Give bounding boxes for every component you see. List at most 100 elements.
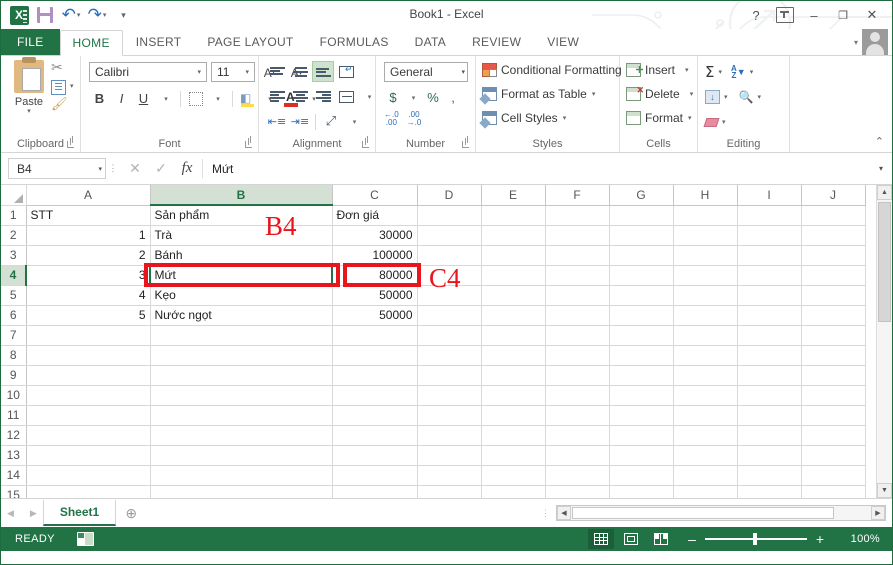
insert-cells-button[interactable]: Insert ▾: [626, 63, 689, 77]
cell-A7[interactable]: [26, 325, 150, 345]
copy-icon[interactable]: [51, 80, 66, 95]
cell-G8[interactable]: [609, 345, 673, 365]
cell-I11[interactable]: [737, 405, 801, 425]
cell-G3[interactable]: [609, 245, 673, 265]
cell-E13[interactable]: [481, 445, 545, 465]
cell-G14[interactable]: [609, 465, 673, 485]
cell-C7[interactable]: [332, 325, 417, 345]
formula-action-buttons[interactable]: ✕ ✓ fx: [120, 159, 202, 179]
chevron-down-icon[interactable]: ▾: [242, 68, 252, 76]
middle-align-icon[interactable]: [289, 61, 311, 82]
cell-A13[interactable]: [26, 445, 150, 465]
cell-H4[interactable]: [673, 265, 737, 285]
decrease-indent-icon[interactable]: ⇤≡: [266, 111, 288, 132]
cell-E10[interactable]: [481, 385, 545, 405]
cell-F6[interactable]: [545, 305, 609, 325]
cell-A15[interactable]: [26, 485, 150, 498]
italic-button[interactable]: I: [111, 88, 132, 109]
cell-H10[interactable]: [673, 385, 737, 405]
cell-J12[interactable]: [801, 425, 865, 445]
cell-J2[interactable]: [801, 225, 865, 245]
cell-I8[interactable]: [737, 345, 801, 365]
cell-B14[interactable]: [150, 465, 332, 485]
account-area[interactable]: ▾: [854, 29, 888, 55]
cell-I2[interactable]: [737, 225, 801, 245]
cell-D14[interactable]: [417, 465, 481, 485]
cell-F5[interactable]: [545, 285, 609, 305]
cell-G12[interactable]: [609, 425, 673, 445]
cancel-formula-icon[interactable]: ✕: [122, 159, 148, 179]
cell-E6[interactable]: [481, 305, 545, 325]
cell-A5[interactable]: 4: [26, 285, 150, 305]
cell-F9[interactable]: [545, 365, 609, 385]
row-header-12[interactable]: 12: [1, 425, 26, 445]
name-box[interactable]: B4 ▾: [8, 158, 106, 179]
tab-formulas[interactable]: FORMULAS: [307, 30, 402, 55]
cell-I1[interactable]: [737, 205, 801, 225]
cell-G4[interactable]: [609, 265, 673, 285]
cell-G15[interactable]: [609, 485, 673, 498]
zoom-in-button[interactable]: +: [814, 532, 826, 546]
cell-E12[interactable]: [481, 425, 545, 445]
delete-cells-button[interactable]: Delete ▾: [626, 87, 693, 101]
chevron-down-icon[interactable]: ▾: [404, 87, 422, 108]
cell-J1[interactable]: [801, 205, 865, 225]
cell-H2[interactable]: [673, 225, 737, 245]
cell-F4[interactable]: [545, 265, 609, 285]
font-size-input[interactable]: 11 ▾: [211, 62, 255, 82]
cell-H1[interactable]: [673, 205, 737, 225]
cell-E3[interactable]: [481, 245, 545, 265]
cell-B7[interactable]: [150, 325, 332, 345]
page-layout-view-button[interactable]: [618, 529, 644, 549]
merge-center-icon[interactable]: [335, 86, 357, 107]
comma-style-icon[interactable]: ,: [444, 87, 462, 108]
cell-J9[interactable]: [801, 365, 865, 385]
tab-view[interactable]: VIEW: [534, 30, 592, 55]
bottom-align-icon[interactable]: [312, 61, 334, 82]
undo-icon[interactable]: ↶▾: [59, 3, 83, 27]
column-header-H[interactable]: H: [673, 185, 737, 205]
column-header-F[interactable]: F: [545, 185, 609, 205]
cell-B3[interactable]: Bánh: [150, 245, 332, 265]
view-buttons[interactable]: – +: [588, 529, 826, 549]
cell-A12[interactable]: [26, 425, 150, 445]
cell-I6[interactable]: [737, 305, 801, 325]
column-header-G[interactable]: G: [609, 185, 673, 205]
chevron-down-icon[interactable]: ▾: [688, 114, 692, 122]
close-button[interactable]: ✕: [858, 4, 886, 26]
chevron-down-icon[interactable]: ▾: [155, 88, 176, 109]
chevron-down-icon[interactable]: ▾: [194, 68, 204, 76]
chevron-down-icon[interactable]: ▾: [563, 114, 567, 122]
cell-D10[interactable]: [417, 385, 481, 405]
cell-C2[interactable]: 30000: [332, 225, 417, 245]
increase-decimal-icon[interactable]: ←.0.00: [384, 111, 399, 127]
cell-styles-button[interactable]: Cell Styles ▾: [482, 111, 566, 125]
cell-C15[interactable]: [332, 485, 417, 498]
cell-J8[interactable]: [801, 345, 865, 365]
enter-formula-icon[interactable]: ✓: [148, 159, 174, 179]
column-header-B[interactable]: B: [150, 185, 332, 205]
autosum-icon[interactable]: Σ: [704, 61, 715, 83]
orientation-icon[interactable]: [335, 61, 357, 82]
cell-H11[interactable]: [673, 405, 737, 425]
cell-B6[interactable]: Nước ngọt: [150, 305, 332, 325]
cell-C8[interactable]: [332, 345, 417, 365]
fill-icon[interactable]: ↓: [704, 86, 721, 108]
fill-color-icon[interactable]: ◧: [237, 88, 258, 109]
cell-E11[interactable]: [481, 405, 545, 425]
cell-F11[interactable]: [545, 405, 609, 425]
cell-A2[interactable]: 1: [26, 225, 150, 245]
cell-H5[interactable]: [673, 285, 737, 305]
cell-A11[interactable]: [26, 405, 150, 425]
cell-I10[interactable]: [737, 385, 801, 405]
insert-function-icon[interactable]: fx: [174, 159, 200, 179]
vertical-scroll-thumb[interactable]: [878, 202, 891, 322]
cell-F2[interactable]: [545, 225, 609, 245]
cell-C3[interactable]: 100000: [332, 245, 417, 265]
accounting-format-icon[interactable]: $: [384, 87, 402, 108]
cell-H3[interactable]: [673, 245, 737, 265]
cell-C14[interactable]: [332, 465, 417, 485]
wrap-text-icon[interactable]: ⤢: [320, 111, 342, 132]
cell-A10[interactable]: [26, 385, 150, 405]
cell-C9[interactable]: [332, 365, 417, 385]
